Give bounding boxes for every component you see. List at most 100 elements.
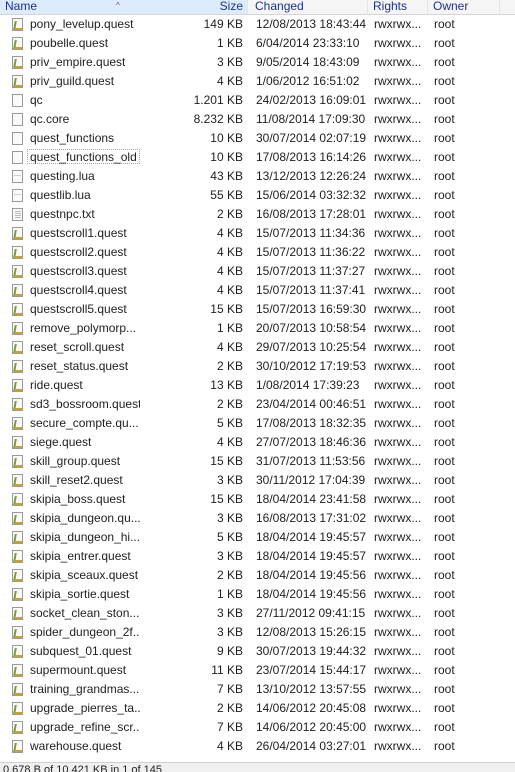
file-name-cell[interactable]: secure_compte.qu... xyxy=(0,414,140,433)
file-row[interactable]: questscroll3.quest 4 KB 15/07/2013 11:37:2… xyxy=(0,262,515,281)
file-row[interactable]: sd3_bossroom.quest 2 KB 23/04/2014 00:46:5… xyxy=(0,395,515,414)
file-name-cell[interactable]: questscroll1.quest xyxy=(0,224,140,243)
file-row[interactable]: questscroll1.quest 4 KB 15/07/2013 11:34:3… xyxy=(0,224,515,243)
file-name-cell[interactable]: questnpc.txt xyxy=(0,205,140,224)
file-name-cell[interactable]: upgrade_refine_scr... xyxy=(0,718,140,737)
file-row[interactable]: skill_reset2.quest 3 KB 30/11/2012 17:04:3… xyxy=(0,471,515,490)
file-name-cell[interactable]: reset_status.quest xyxy=(0,357,140,376)
file-row[interactable]: siege.quest 4 KB 27/07/2013 18:46:36 rwxrwx… xyxy=(0,433,515,452)
file-row[interactable]: ride.quest 13 KB 1/08/2014 17:39:23 rwxrwx.… xyxy=(0,376,515,395)
file-name: questscroll3.quest xyxy=(30,264,127,278)
column-header-owner[interactable]: Owner xyxy=(428,0,500,14)
file-name-cell[interactable]: siege.quest xyxy=(0,433,140,452)
file-row[interactable]: priv_guild.quest 4 KB 1/06/2012 16:51:02 rw… xyxy=(0,72,515,91)
file-name-cell[interactable]: pony_levelup.quest xyxy=(0,15,140,34)
file-row[interactable]: skipia_sortie.quest 1 KB 18/04/2014 19:45:… xyxy=(0,585,515,604)
file-row[interactable]: skill_group.quest 15 KB 31/07/2013 11:53:5… xyxy=(0,452,515,471)
file-name: questscroll5.quest xyxy=(30,302,127,316)
file-row[interactable]: questscroll5.quest 15 KB 15/07/2013 16:59:… xyxy=(0,300,515,319)
file-row[interactable]: quest_functions 10 KB 30/07/2014 02:07:19 r… xyxy=(0,129,515,148)
file-name-cell[interactable]: quest_functions_old xyxy=(0,148,140,167)
file-name-cell[interactable]: poubelle.quest xyxy=(0,34,140,53)
file-name-cell[interactable]: skipia_sortie.quest xyxy=(0,585,140,604)
column-header-rights-label: Rights xyxy=(373,0,408,13)
file-name-cell[interactable]: qc.core xyxy=(0,110,140,129)
file-name-cell[interactable]: upgrade_pierres_ta... xyxy=(0,699,140,718)
file-size: 8.232 KB xyxy=(193,112,243,126)
file-rights: rwxrwx... xyxy=(374,568,422,582)
file-name-cell[interactable]: remove_polymorp... xyxy=(0,319,140,338)
file-row[interactable]: pony_levelup.quest 149 KB 12/08/2013 18:43… xyxy=(0,15,515,34)
file-name: questnpc.txt xyxy=(30,207,95,221)
file-row[interactable]: qc 1.201 KB 24/02/2013 16:09:01 rwxrwx... ro… xyxy=(0,91,515,110)
file-name-cell[interactable]: socket_clean_ston... xyxy=(0,604,140,623)
file-name-cell[interactable]: warehouse.quest xyxy=(0,737,140,756)
file-row[interactable]: skipia_boss.quest 15 KB 18/04/2014 23:41:5… xyxy=(0,490,515,509)
file-row[interactable]: questlib.lua 55 KB 15/06/2014 03:32:32 rwxr… xyxy=(0,186,515,205)
file-name-cell[interactable]: questing.lua xyxy=(0,167,140,186)
file-row[interactable]: reset_status.quest 2 KB 30/10/2012 17:19:5… xyxy=(0,357,515,376)
file-row[interactable]: spider_dungeon_2f... 3 KB 12/08/2013 15:26… xyxy=(0,623,515,642)
file-row[interactable]: skipia_entrer.quest 3 KB 18/04/2014 19:45:… xyxy=(0,547,515,566)
file-name-cell[interactable]: skipia_dungeon_hi... xyxy=(0,528,140,547)
file-name-cell[interactable]: questscroll3.quest xyxy=(0,262,140,281)
file-rights: rwxrwx... xyxy=(374,74,422,88)
file-row[interactable]: socket_clean_ston... 3 KB 27/11/2012 09:41… xyxy=(0,604,515,623)
file-name-cell[interactable]: quest_functions xyxy=(0,129,140,148)
file-name-cell[interactable]: questscroll2.quest xyxy=(0,243,140,262)
file-name-cell[interactable]: qc xyxy=(0,91,140,110)
column-header-rights[interactable]: Rights xyxy=(368,0,428,14)
file-owner: root xyxy=(434,587,455,601)
file-row[interactable]: questscroll4.quest 4 KB 15/07/2013 11:37:4… xyxy=(0,281,515,300)
file-name-cell[interactable]: ride.quest xyxy=(0,376,140,395)
quest-file-icon xyxy=(12,664,23,677)
file-name-cell[interactable]: skipia_boss.quest xyxy=(0,490,140,509)
file-name-cell[interactable]: subquest_01.quest xyxy=(0,642,140,661)
file-row[interactable]: questscroll2.quest 4 KB 15/07/2013 11:36:2… xyxy=(0,243,515,262)
file-row[interactable]: qc.core 8.232 KB 11/08/2014 17:09:30 rwxrwx… xyxy=(0,110,515,129)
file-changed: 11/08/2014 17:09:30 xyxy=(256,112,366,126)
file-row[interactable]: training_grandmas... 7 KB 13/10/2012 13:57… xyxy=(0,680,515,699)
file-row[interactable]: questnpc.txt 2 KB 16/08/2013 17:28:01 rwxrw… xyxy=(0,205,515,224)
file-row[interactable]: upgrade_pierres_ta... 2 KB 14/06/2012 20:4… xyxy=(0,699,515,718)
file-row[interactable]: reset_scroll.quest 4 KB 29/07/2013 10:25:5… xyxy=(0,338,515,357)
file-name-cell[interactable]: spider_dungeon_2f... xyxy=(0,623,140,642)
file-name: quest_functions xyxy=(30,131,115,145)
file-owner: root xyxy=(434,720,455,734)
file-row[interactable]: remove_polymorp... 1 KB 20/07/2013 10:58:5… xyxy=(0,319,515,338)
quest-file-icon xyxy=(12,75,23,88)
file-name-cell[interactable]: skipia_dungeon.qu... xyxy=(0,509,140,528)
file-row[interactable]: supermount.quest 11 KB 23/07/2014 15:44:17… xyxy=(0,661,515,680)
file-row[interactable]: warehouse.quest 4 KB 26/04/2014 03:27:01 rw… xyxy=(0,737,515,756)
file-size: 2 KB xyxy=(216,568,243,582)
file-row[interactable]: skipia_sceaux.quest 2 KB 18/04/2014 19:45:… xyxy=(0,566,515,585)
file-name-cell[interactable]: priv_guild.quest xyxy=(0,72,140,91)
file-name: pony_levelup.quest xyxy=(30,17,134,31)
file-name-cell[interactable]: sd3_bossroom.quest xyxy=(0,395,140,414)
file-name-cell[interactable]: skill_group.quest xyxy=(0,452,140,471)
file-row[interactable]: secure_compte.qu... 5 KB 17/08/2013 18:32:… xyxy=(0,414,515,433)
file-name-cell[interactable]: training_grandmas... xyxy=(0,680,140,699)
file-row[interactable]: skipia_dungeon.qu... 3 KB 16/08/2013 17:31… xyxy=(0,509,515,528)
file-rights: rwxrwx... xyxy=(374,739,422,753)
file-row[interactable]: questing.lua 43 KB 13/12/2013 12:26:24 rwxr… xyxy=(0,167,515,186)
file-name-cell[interactable]: skill_reset2.quest xyxy=(0,471,140,490)
file-name-cell[interactable]: questscroll4.quest xyxy=(0,281,140,300)
file-name: skipia_sceaux.quest xyxy=(30,568,139,582)
file-row[interactable]: quest_functions_old 10 KB 17/08/2013 16:14… xyxy=(0,148,515,167)
file-name-cell[interactable]: priv_empire.quest xyxy=(0,53,140,72)
file-row[interactable]: skipia_dungeon_hi... 5 KB 18/04/2014 19:45… xyxy=(0,528,515,547)
file-name-cell[interactable]: reset_scroll.quest xyxy=(0,338,140,357)
file-row[interactable]: poubelle.quest 1 KB 6/04/2014 23:33:10 rwxr… xyxy=(0,34,515,53)
file-row[interactable]: subquest_01.quest 9 KB 30/07/2013 19:44:32… xyxy=(0,642,515,661)
file-name-cell[interactable]: supermount.quest xyxy=(0,661,140,680)
file-rights: rwxrwx... xyxy=(374,112,422,126)
file-row[interactable]: priv_empire.quest 3 KB 9/05/2014 18:43:09 r… xyxy=(0,53,515,72)
file-name-cell[interactable]: skipia_entrer.quest xyxy=(0,547,140,566)
file-row[interactable]: upgrade_refine_scr... 7 KB 14/06/2012 20:4… xyxy=(0,718,515,737)
file-name-cell[interactable]: questlib.lua xyxy=(0,186,140,205)
column-header-changed[interactable]: Changed xyxy=(250,0,368,14)
column-header-size[interactable]: Size xyxy=(180,0,248,14)
file-name-cell[interactable]: skipia_sceaux.quest xyxy=(0,566,140,585)
file-name-cell[interactable]: questscroll5.quest xyxy=(0,300,140,319)
